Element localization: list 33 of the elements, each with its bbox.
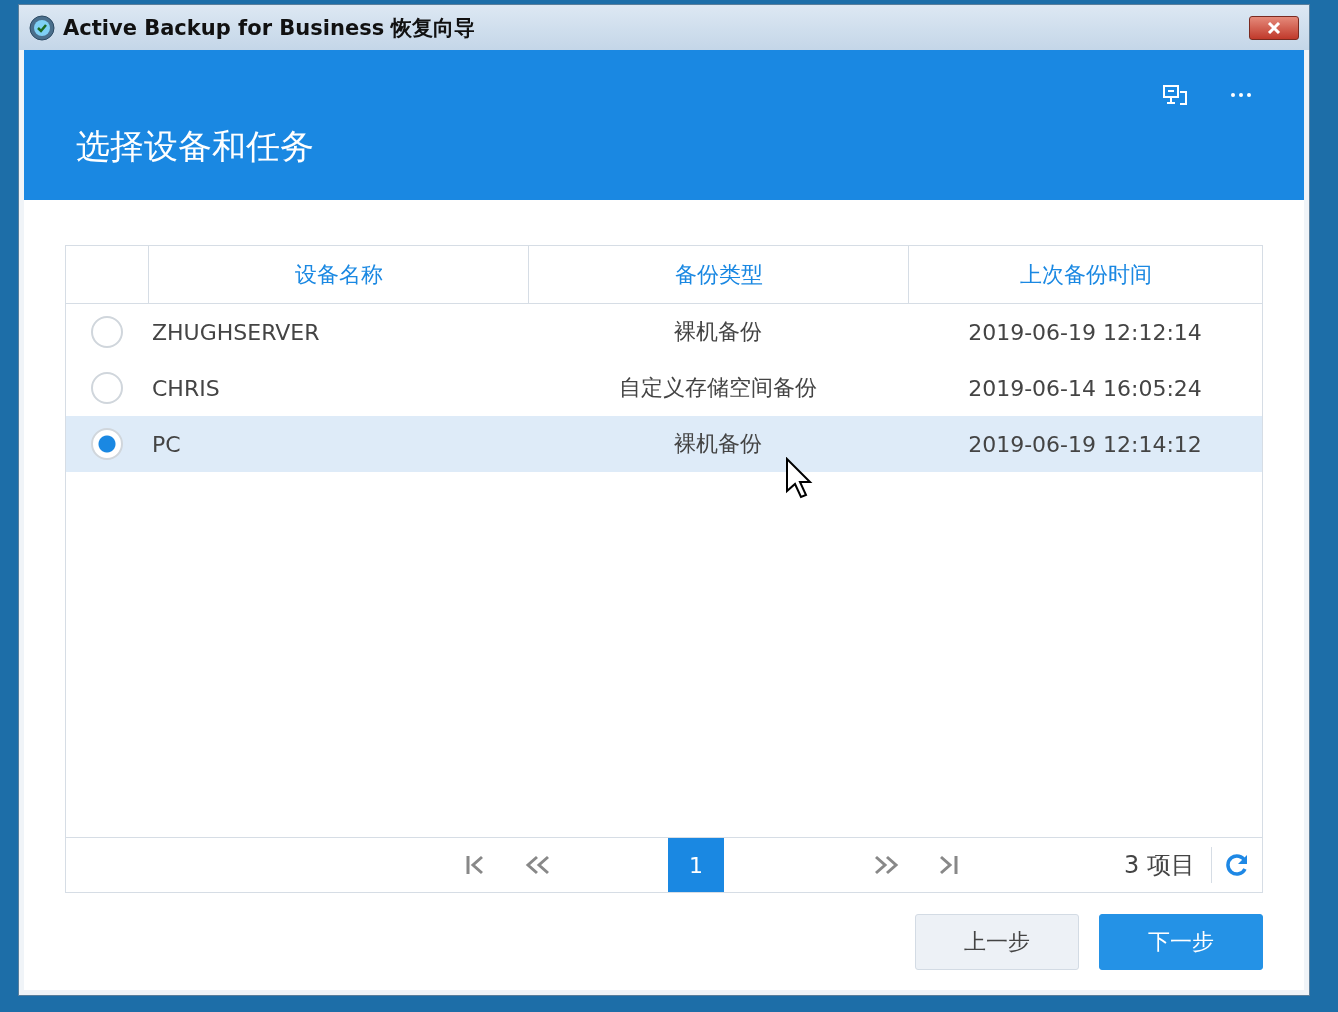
column-header[interactable]: 上次备份时间 [908, 246, 1262, 303]
mouse-pointer-icon [785, 457, 813, 501]
window-title: Active Backup for Business 恢复向导 [63, 14, 477, 42]
item-count: 3 项目 [1124, 850, 1195, 881]
app-logo-icon [29, 14, 55, 41]
table-cell: 自定义存储空间备份 [619, 375, 817, 400]
table-cell: ZHUGHSERVER [152, 319, 320, 345]
wizard-button[interactable]: 上一步 [915, 914, 1079, 970]
wizard-button[interactable]: 下一步 [1099, 914, 1263, 970]
table-cell: 2019-06-14 16:05:24 [968, 375, 1202, 401]
table-row[interactable]: ZHUGHSERVER 裸机备份 2019-06-19 12:12:14 [66, 304, 1262, 360]
table-cell: 2019-06-19 12:12:14 [968, 319, 1202, 345]
page-heading: 选择设备和任务 [76, 125, 314, 168]
column-header[interactable]: 设备名称 [148, 246, 528, 303]
table-cell: CHRIS [152, 375, 220, 401]
radio-button[interactable] [91, 316, 123, 348]
column-header[interactable]: 备份类型 [528, 246, 908, 303]
table-row[interactable]: PC 裸机备份 2019-06-19 12:14:12 [66, 416, 1262, 472]
refresh-icon[interactable] [1224, 852, 1250, 878]
monitor-icon[interactable] [1162, 84, 1188, 107]
table-cell: 2019-06-19 12:14:12 [968, 431, 1202, 457]
table-row[interactable]: CHRIS 自定义存储空间备份 2019-06-14 16:05:24 [66, 360, 1262, 416]
close-icon [1266, 21, 1282, 34]
radio-button[interactable] [91, 428, 123, 460]
next-page-icon[interactable] [872, 854, 900, 876]
table-cell: 裸机备份 [674, 431, 762, 456]
page-number[interactable]: 1 [668, 838, 724, 892]
previous-page-icon[interactable] [524, 854, 552, 876]
table-cell: 裸机备份 [674, 319, 762, 344]
more-icon[interactable] [1230, 92, 1252, 99]
radio-button[interactable] [91, 372, 123, 404]
close-button[interactable] [1249, 15, 1299, 40]
table-cell: PC [152, 431, 181, 457]
